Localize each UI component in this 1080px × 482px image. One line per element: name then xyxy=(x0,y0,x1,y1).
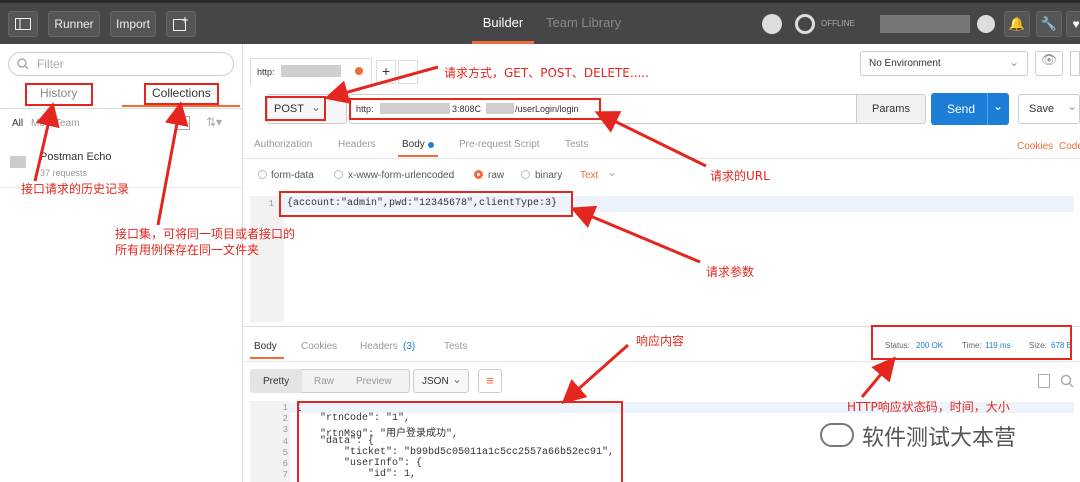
wechat-icon xyxy=(820,423,854,447)
watermark-text: 软件测试大本营 xyxy=(862,426,1017,451)
annotation-url: 请求的URL xyxy=(710,169,770,183)
annotation-history: 接口请求的历史记录 xyxy=(21,182,130,196)
annotation-method: 请求方式，GET、POST、DELETE..... xyxy=(444,66,649,80)
annotation-collections-1: 接口集，可将同一项目或者接口的 xyxy=(115,227,296,241)
annotation-response: 响应内容 xyxy=(636,334,685,348)
annotation-http-status: HTTP响应状态码，时间，大小 xyxy=(847,400,1010,414)
annotation-params: 请求参数 xyxy=(706,265,755,279)
annotation-collections-2: 所有用例保存在同一文件夹 xyxy=(115,243,260,257)
